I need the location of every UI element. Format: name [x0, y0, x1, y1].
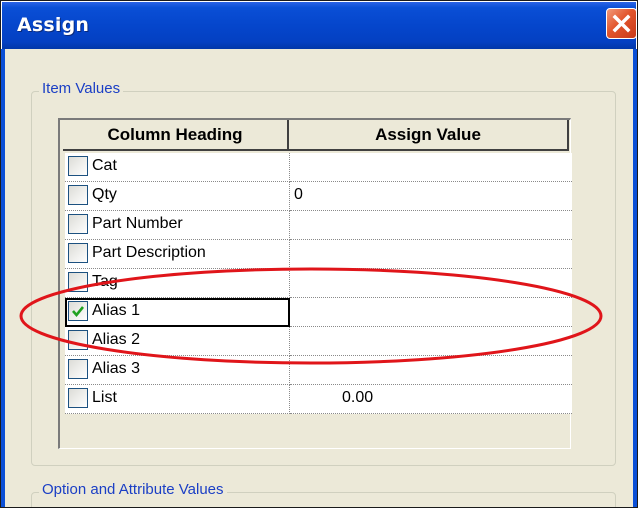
table-row[interactable]: Part Description	[65, 240, 572, 269]
table-row[interactable]: Cat	[65, 153, 572, 182]
row-checkbox[interactable]	[68, 301, 88, 321]
table-row[interactable]: Alias 2	[65, 327, 572, 356]
row-checkbox[interactable]	[68, 330, 88, 350]
column-heading-cell[interactable]: Cat	[65, 153, 290, 182]
row-checkbox[interactable]	[68, 214, 88, 234]
column-heading-cell[interactable]: Alias 3	[65, 356, 290, 385]
row-checkbox[interactable]	[68, 359, 88, 379]
row-checkbox[interactable]	[68, 185, 88, 205]
option-attribute-label: Option and Attribute Values	[39, 481, 227, 499]
item-values-grid[interactable]: Column Heading Assign Value Cat Qty 0 Part …	[58, 118, 572, 449]
assign-dialog: Assign Item Values Option and Attribute …	[0, 0, 638, 508]
table-row[interactable]: Qty 0	[65, 182, 572, 211]
column-heading-cell[interactable]: Alias 1	[65, 298, 290, 327]
column-heading-cell[interactable]: Part Number	[65, 211, 290, 240]
column-heading-cell[interactable]: Part Description	[65, 240, 290, 269]
row-label: Part Description	[92, 244, 206, 261]
row-label: Cat	[92, 157, 117, 174]
close-icon	[612, 14, 631, 33]
item-values-label: Item Values	[39, 80, 124, 98]
row-value: 0.00	[342, 389, 374, 406]
row-label: Alias 3	[92, 360, 141, 377]
assign-value-cell[interactable]	[290, 240, 572, 269]
row-label: Qty	[92, 186, 117, 203]
assign-value-cell[interactable]: 0.00	[290, 385, 572, 414]
table-row[interactable]: List 0.00	[65, 385, 572, 414]
checkmark-icon	[72, 306, 85, 318]
row-label: Tag	[92, 273, 118, 290]
row-label: List	[92, 389, 117, 406]
table-row[interactable]: Part Number	[65, 211, 572, 240]
row-label: Part Number	[92, 215, 183, 232]
row-label: Alias 1	[92, 302, 141, 319]
row-label: Alias 2	[92, 331, 141, 348]
assign-value-cell[interactable]	[290, 356, 572, 385]
column-heading-cell[interactable]: List	[65, 385, 290, 414]
column-heading-cell[interactable]: Tag	[65, 269, 290, 298]
assign-value-cell[interactable]	[290, 269, 572, 298]
assign-value-cell[interactable]	[290, 298, 572, 327]
row-value: 0	[294, 186, 303, 203]
window-title: Assign	[17, 14, 90, 36]
row-checkbox[interactable]	[68, 156, 88, 176]
column-heading-cell[interactable]: Qty	[65, 182, 290, 211]
table-row[interactable]: Tag	[65, 269, 572, 298]
close-button[interactable]	[606, 8, 637, 39]
assign-value-cell[interactable]: 0	[290, 182, 572, 211]
column-heading-header[interactable]: Column Heading	[63, 120, 289, 151]
table-row[interactable]: Alias 1	[65, 298, 572, 327]
row-checkbox[interactable]	[68, 272, 88, 292]
row-checkbox[interactable]	[68, 388, 88, 408]
assign-value-cell[interactable]	[290, 153, 572, 182]
assign-value-header[interactable]: Assign Value	[289, 120, 569, 151]
assign-value-cell[interactable]	[290, 327, 572, 356]
assign-value-cell[interactable]	[290, 211, 572, 240]
column-heading-cell[interactable]: Alias 2	[65, 327, 290, 356]
table-row[interactable]: Alias 3	[65, 356, 572, 385]
row-checkbox[interactable]	[68, 243, 88, 263]
title-bar[interactable]: Assign	[2, 2, 637, 49]
